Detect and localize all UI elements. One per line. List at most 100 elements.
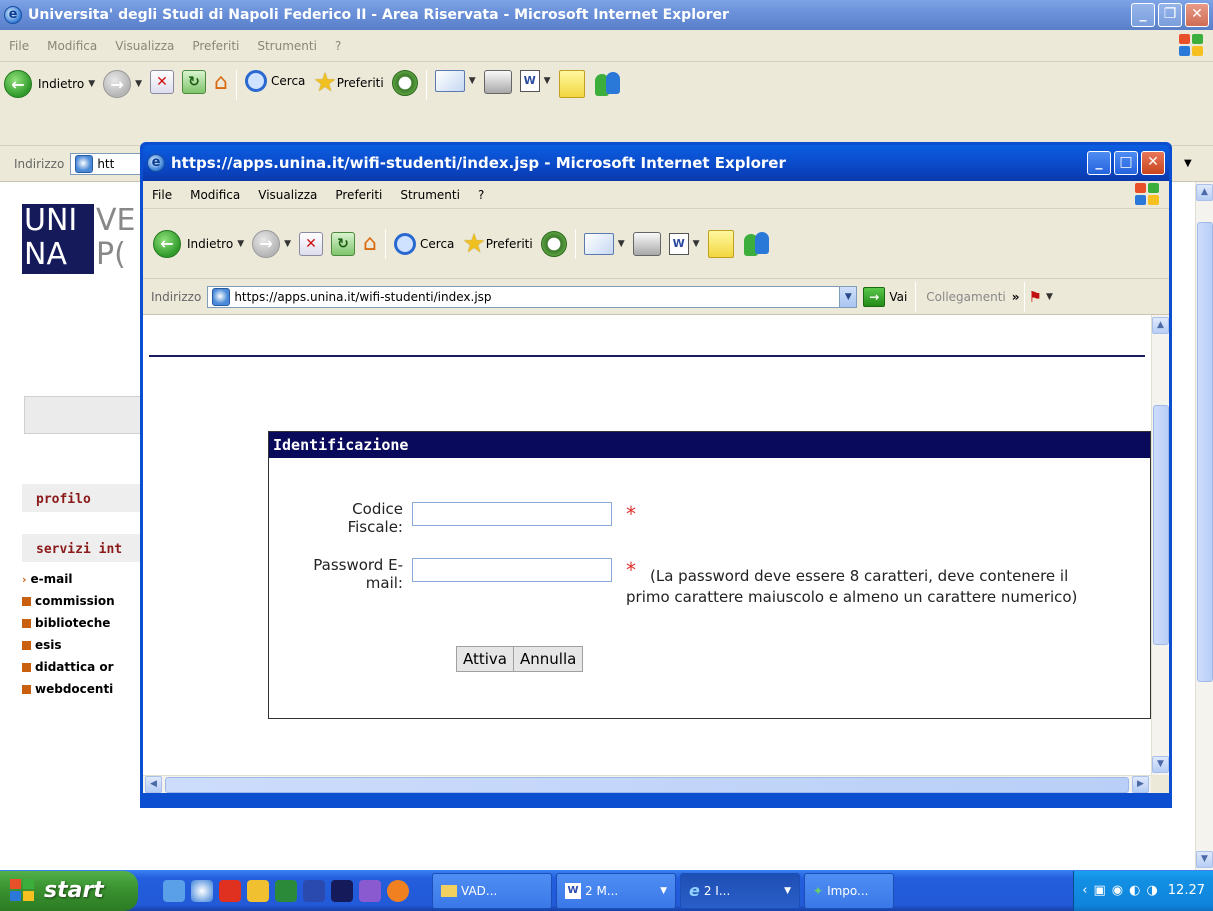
task-word[interactable]: W 2 M... ▼ [556, 872, 676, 909]
outer-vertical-scrollbar[interactable]: ▲ ▼ [1195, 182, 1213, 870]
scroll-right-icon[interactable]: ▶ [1132, 776, 1149, 793]
maximize-button[interactable]: ❐ [1158, 3, 1182, 27]
print-button[interactable] [632, 231, 661, 256]
minimize-button[interactable]: _ [1087, 151, 1111, 175]
links-label[interactable]: Collegamenti [926, 290, 1005, 304]
search-button[interactable]: Cerca [245, 70, 305, 92]
address-field[interactable]: https://apps.unina.it/wifi-studenti/inde… [207, 285, 858, 308]
edit-button[interactable]: W ▼ [668, 232, 700, 255]
print-button[interactable] [483, 70, 512, 94]
link-didattica[interactable]: didattica or [22, 656, 140, 678]
search-button[interactable]: Cerca [394, 232, 454, 255]
scroll-thumb[interactable] [165, 777, 1129, 793]
menu-strumenti[interactable]: Strumenti [391, 188, 469, 202]
chevron-down-icon: ▼ [617, 238, 625, 249]
stop-button[interactable]: ✕ [150, 70, 175, 94]
go-button[interactable]: → Vai [863, 286, 907, 307]
outer-window-titlebar[interactable]: e Universita' degli Studi di Napoli Fede… [0, 0, 1213, 30]
quicklaunch-browser-icon[interactable] [163, 879, 185, 902]
bullet-icon [22, 618, 31, 628]
close-button[interactable]: ✕ [1185, 3, 1209, 27]
edit-button[interactable]: W ▼ [519, 70, 551, 92]
back-button[interactable]: ← Indietro ▼ [153, 229, 244, 258]
sync-icon[interactable]: ◑ [1146, 883, 1157, 898]
stop-button[interactable]: ✕ [299, 231, 324, 256]
notes-button[interactable] [707, 229, 734, 258]
task-ie[interactable]: e 2 I... ▼ [680, 872, 800, 909]
menu-help[interactable]: ? [326, 39, 350, 53]
codice-fiscale-input[interactable] [412, 502, 612, 526]
popup-horizontal-scrollbar[interactable]: ◀ ▶ [143, 775, 1151, 793]
menu-preferiti[interactable]: Preferiti [326, 188, 391, 202]
address-dropdown-icon[interactable]: ▼ [839, 286, 857, 307]
password-input[interactable] [412, 558, 612, 582]
minimize-button[interactable]: _ [1131, 3, 1155, 27]
favorites-button[interactable]: ★ Preferiti [462, 231, 532, 257]
favorites-button[interactable]: ★ Preferiti [313, 70, 383, 96]
scroll-thumb[interactable] [1197, 222, 1213, 682]
refresh-button[interactable]: ↻ [182, 70, 207, 94]
menu-modifica[interactable]: Modifica [181, 188, 249, 202]
links-chevron[interactable]: » [1012, 290, 1020, 304]
scroll-left-icon[interactable]: ◀ [145, 776, 162, 793]
scroll-up-icon[interactable]: ▲ [1196, 184, 1213, 201]
scroll-up-icon[interactable]: ▲ [1152, 317, 1169, 334]
home-button[interactable]: ⌂ [363, 231, 377, 256]
quicklaunch-media-icon[interactable] [359, 879, 381, 902]
quicklaunch-unina-icon[interactable] [331, 879, 353, 902]
attiva-button[interactable]: Attiva [456, 646, 514, 672]
scroll-down-icon[interactable]: ▼ [1152, 756, 1169, 773]
scroll-thumb[interactable] [1153, 405, 1169, 645]
menu-file[interactable]: File [0, 39, 38, 53]
quicklaunch-word-icon[interactable] [303, 879, 325, 902]
annulla-button[interactable]: Annulla [514, 646, 584, 672]
tray-expand-icon[interactable]: ‹ [1082, 883, 1087, 898]
history-button[interactable] [391, 70, 418, 96]
pdf-icon[interactable]: ⚑ [1029, 288, 1042, 306]
task-folder[interactable]: VAD... [432, 872, 552, 909]
mail-button[interactable]: ▼ [434, 70, 476, 92]
search-box[interactable] [24, 396, 144, 434]
chevron-down-icon[interactable]: ▼ [1046, 292, 1053, 302]
popup-vertical-scrollbar[interactable]: ▲ ▼ [1151, 315, 1169, 775]
menu-strumenti[interactable]: Strumenti [248, 39, 326, 53]
quicklaunch-ie-icon[interactable] [191, 879, 213, 902]
menu-help[interactable]: ? [469, 188, 493, 202]
forward-button[interactable]: → ▼ [103, 70, 142, 98]
link-webdocenti[interactable]: webdocenti [22, 678, 140, 700]
link-email[interactable]: › e-mail [22, 568, 140, 590]
close-button[interactable]: ✕ [1141, 151, 1165, 175]
mail-button[interactable]: ▼ [583, 232, 625, 255]
notes-button[interactable] [558, 70, 585, 98]
quicklaunch-excel-icon[interactable] [275, 879, 297, 902]
volume-icon[interactable]: ◉ [1112, 883, 1123, 898]
forward-button[interactable]: → ▼ [252, 229, 291, 258]
clock[interactable]: 12.27 [1168, 883, 1205, 898]
menu-preferiti[interactable]: Preferiti [183, 39, 248, 53]
start-button[interactable]: start [0, 870, 138, 911]
refresh-button[interactable]: ↻ [331, 231, 356, 256]
messenger-button[interactable] [742, 230, 772, 258]
link-commissioni[interactable]: commission [22, 590, 140, 612]
menu-modifica[interactable]: Modifica [38, 39, 106, 53]
menu-visualizza[interactable]: Visualizza [106, 39, 183, 53]
link-biblioteche[interactable]: biblioteche [22, 612, 140, 634]
address-dropdown-icon[interactable]: ▼ [1184, 158, 1192, 169]
quicklaunch-player-icon[interactable] [387, 879, 409, 902]
quicklaunch-outlook-icon[interactable] [247, 879, 269, 902]
menu-visualizza[interactable]: Visualizza [249, 188, 326, 202]
scroll-down-icon[interactable]: ▼ [1196, 851, 1213, 868]
task-settings[interactable]: ✦ Impo... [804, 872, 894, 909]
history-button[interactable] [540, 230, 567, 257]
network-icon[interactable]: ▣ [1093, 883, 1105, 898]
messenger-button[interactable] [593, 70, 623, 98]
popup-titlebar[interactable]: e https://apps.unina.it/wifi-studenti/in… [143, 145, 1169, 181]
maximize-button[interactable]: □ [1114, 151, 1138, 175]
antivirus-icon[interactable]: ◐ [1129, 883, 1140, 898]
home-button[interactable]: ⌂ [214, 70, 228, 95]
link-esis[interactable]: esis [22, 634, 140, 656]
menu-file[interactable]: File [143, 188, 181, 202]
password-label-line2: mail: [365, 574, 403, 592]
back-button[interactable]: ← Indietro ▼ [4, 70, 95, 98]
quicklaunch-acrobat-icon[interactable] [219, 879, 241, 902]
